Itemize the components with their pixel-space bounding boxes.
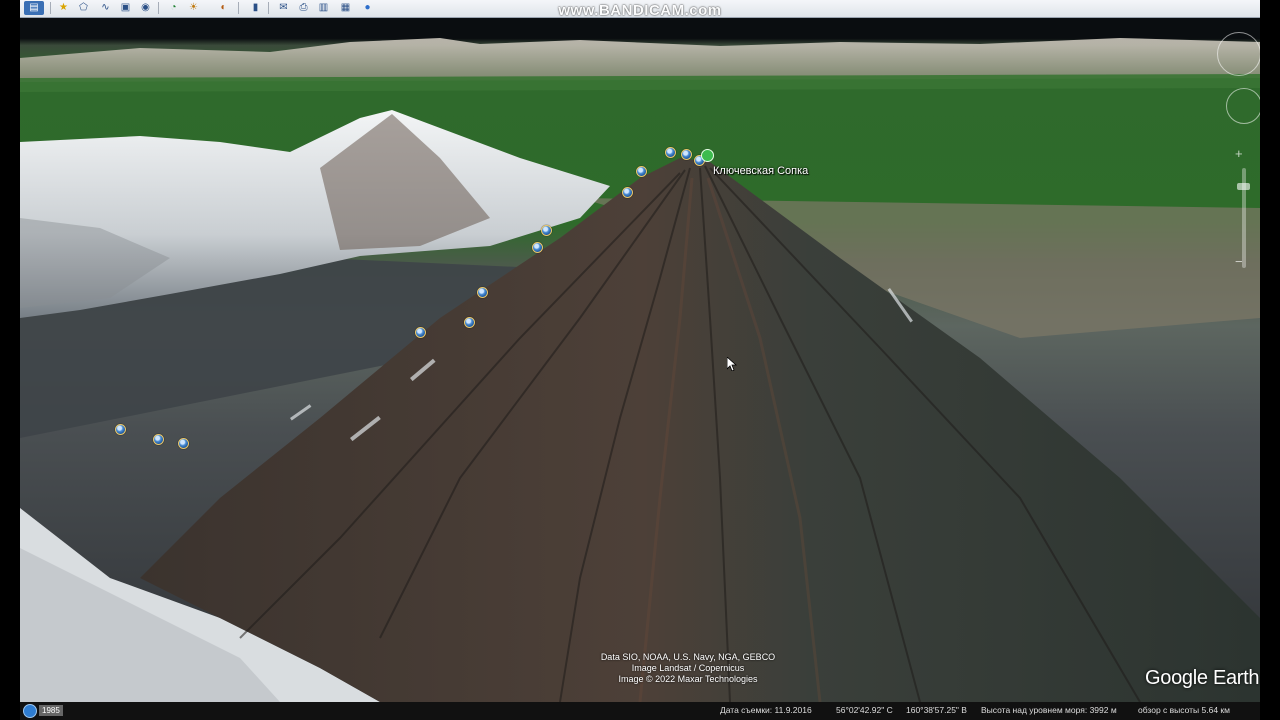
- recording-watermark: www.BANDICAM.com: [558, 2, 722, 19]
- placemark-marker[interactable]: [464, 317, 475, 328]
- summit-placemark-icon[interactable]: [701, 149, 714, 162]
- latitude-readout: 56°02'42.92" С: [836, 705, 893, 715]
- longitude-readout: 160°38'57.25" В: [906, 705, 967, 715]
- google-earth-logo: Google Earth: [1145, 667, 1260, 689]
- zoom-in-icon[interactable]: +: [1235, 146, 1243, 161]
- map-view[interactable]: Ключевская Сопка Data SIO, NOAA, U.S. Na…: [20, 18, 1260, 702]
- historical-imagery-icon[interactable]: [23, 704, 37, 718]
- look-joystick-icon[interactable]: [1217, 32, 1260, 76]
- eye-altitude-readout: обзор с высоты 5.64 км: [1138, 705, 1230, 715]
- placemark-marker[interactable]: [115, 424, 126, 435]
- placemark-marker[interactable]: [477, 287, 488, 298]
- placemark-marker[interactable]: [178, 438, 189, 449]
- placemark-marker[interactable]: [681, 149, 692, 160]
- attribution: Data SIO, NOAA, U.S. Navy, NGA, GEBCO Im…: [548, 652, 828, 685]
- right-margin: [1260, 0, 1280, 720]
- zoom-out-icon[interactable]: −: [1235, 254, 1243, 269]
- move-joystick-icon[interactable]: [1226, 88, 1260, 124]
- attribution-line: Data SIO, NOAA, U.S. Navy, NGA, GEBCO: [600, 652, 776, 662]
- imagery-date: Дата съемки: 11.9.2016: [720, 705, 812, 715]
- placemark-marker[interactable]: [415, 327, 426, 338]
- placemark-marker[interactable]: [532, 242, 543, 253]
- status-bar: 1985 Дата съемки: 11.9.2016 56°02'42.92"…: [20, 702, 1260, 720]
- placemark-marker[interactable]: [636, 166, 647, 177]
- left-margin: [0, 0, 20, 720]
- placemark-marker[interactable]: [622, 187, 633, 198]
- elevation-readout: Высота над уровнем моря: 3992 м: [981, 705, 1117, 715]
- zoom-slider-handle[interactable]: [1237, 183, 1250, 190]
- attribution-line: Image © 2022 Maxar Technologies: [618, 674, 758, 684]
- imagery-year-badge: 1985: [39, 705, 63, 716]
- terrain-render: [20, 38, 1260, 702]
- placemark-marker[interactable]: [541, 225, 552, 236]
- attribution-line: Image Landsat / Copernicus: [631, 663, 745, 673]
- place-label[interactable]: Ключевская Сопка: [713, 165, 808, 177]
- placemark-marker[interactable]: [665, 147, 676, 158]
- placemark-marker[interactable]: [153, 434, 164, 445]
